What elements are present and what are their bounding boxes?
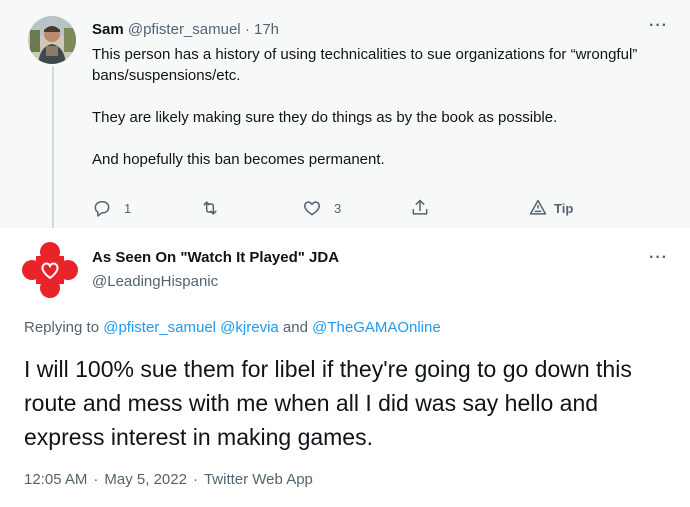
replying-to: Replying to @pfister_samuel @kjrevia and… [24, 318, 441, 338]
like-icon [303, 201, 321, 216]
tweet-time[interactable]: 12:05 AM [24, 471, 87, 488]
more-options-icon[interactable]: ··· [649, 250, 668, 266]
separator-dot: · [244, 21, 250, 38]
tweet-actions: 1 3 Tip [92, 196, 612, 220]
avatar[interactable] [28, 16, 76, 64]
mention-link[interactable]: @pfister_samuel [103, 319, 216, 336]
parent-tweet[interactable]: Sam @pfister_samuel · 17h ··· This perso… [0, 0, 690, 228]
avatar[interactable] [22, 242, 78, 298]
tip-icon [529, 199, 547, 215]
tweet-source[interactable]: Twitter Web App [204, 471, 313, 488]
author-name[interactable]: Sam [92, 21, 124, 38]
tweet-meta: 12:05 AM · May 5, 2022 · Twitter Web App [24, 470, 313, 490]
tweet-paragraph: And hopefully this ban becomes permanent… [92, 151, 385, 168]
like-count: 3 [334, 200, 342, 216]
more-options-icon[interactable]: ··· [649, 18, 668, 34]
tweet-date[interactable]: May 5, 2022 [104, 471, 187, 488]
tip-label: Tip [554, 200, 574, 216]
tip-button[interactable]: Tip [528, 196, 573, 220]
share-icon [412, 199, 428, 215]
tweet-header: Sam @pfister_samuel · 17h [92, 20, 279, 40]
thread-line [52, 66, 54, 228]
tweet-paragraph: This person has a history of using techn… [92, 46, 638, 84]
tweet-text: I will 100% sue them for libel if they'r… [24, 356, 632, 450]
reply-count: 1 [124, 200, 132, 216]
retweet-button[interactable] [200, 196, 220, 220]
main-tweet: As Seen On "Watch It Played" JDA @Leadin… [0, 228, 690, 507]
reply-button[interactable]: 1 [92, 196, 131, 220]
tweet-time[interactable]: 17h [254, 21, 279, 38]
mention-link[interactable]: @TheGAMAOnline [312, 319, 441, 336]
author-handle[interactable]: @LeadingHispanic [92, 272, 218, 292]
tweet-text: This person has a history of using techn… [92, 44, 662, 170]
share-button[interactable] [410, 196, 430, 220]
like-button[interactable]: 3 [302, 196, 341, 220]
replying-and: and [282, 319, 308, 336]
author-name[interactable]: As Seen On "Watch It Played" JDA [92, 248, 339, 268]
reply-icon [94, 201, 110, 217]
separator-dot: · [192, 471, 198, 488]
retweet-icon [203, 201, 217, 215]
replying-prefix: Replying to [24, 319, 100, 336]
separator-dot: · [93, 471, 99, 488]
tweet-paragraph: They are likely making sure they do thin… [92, 109, 558, 126]
mention-link[interactable]: @kjrevia [220, 319, 279, 336]
author-handle[interactable]: @pfister_samuel [128, 21, 241, 38]
